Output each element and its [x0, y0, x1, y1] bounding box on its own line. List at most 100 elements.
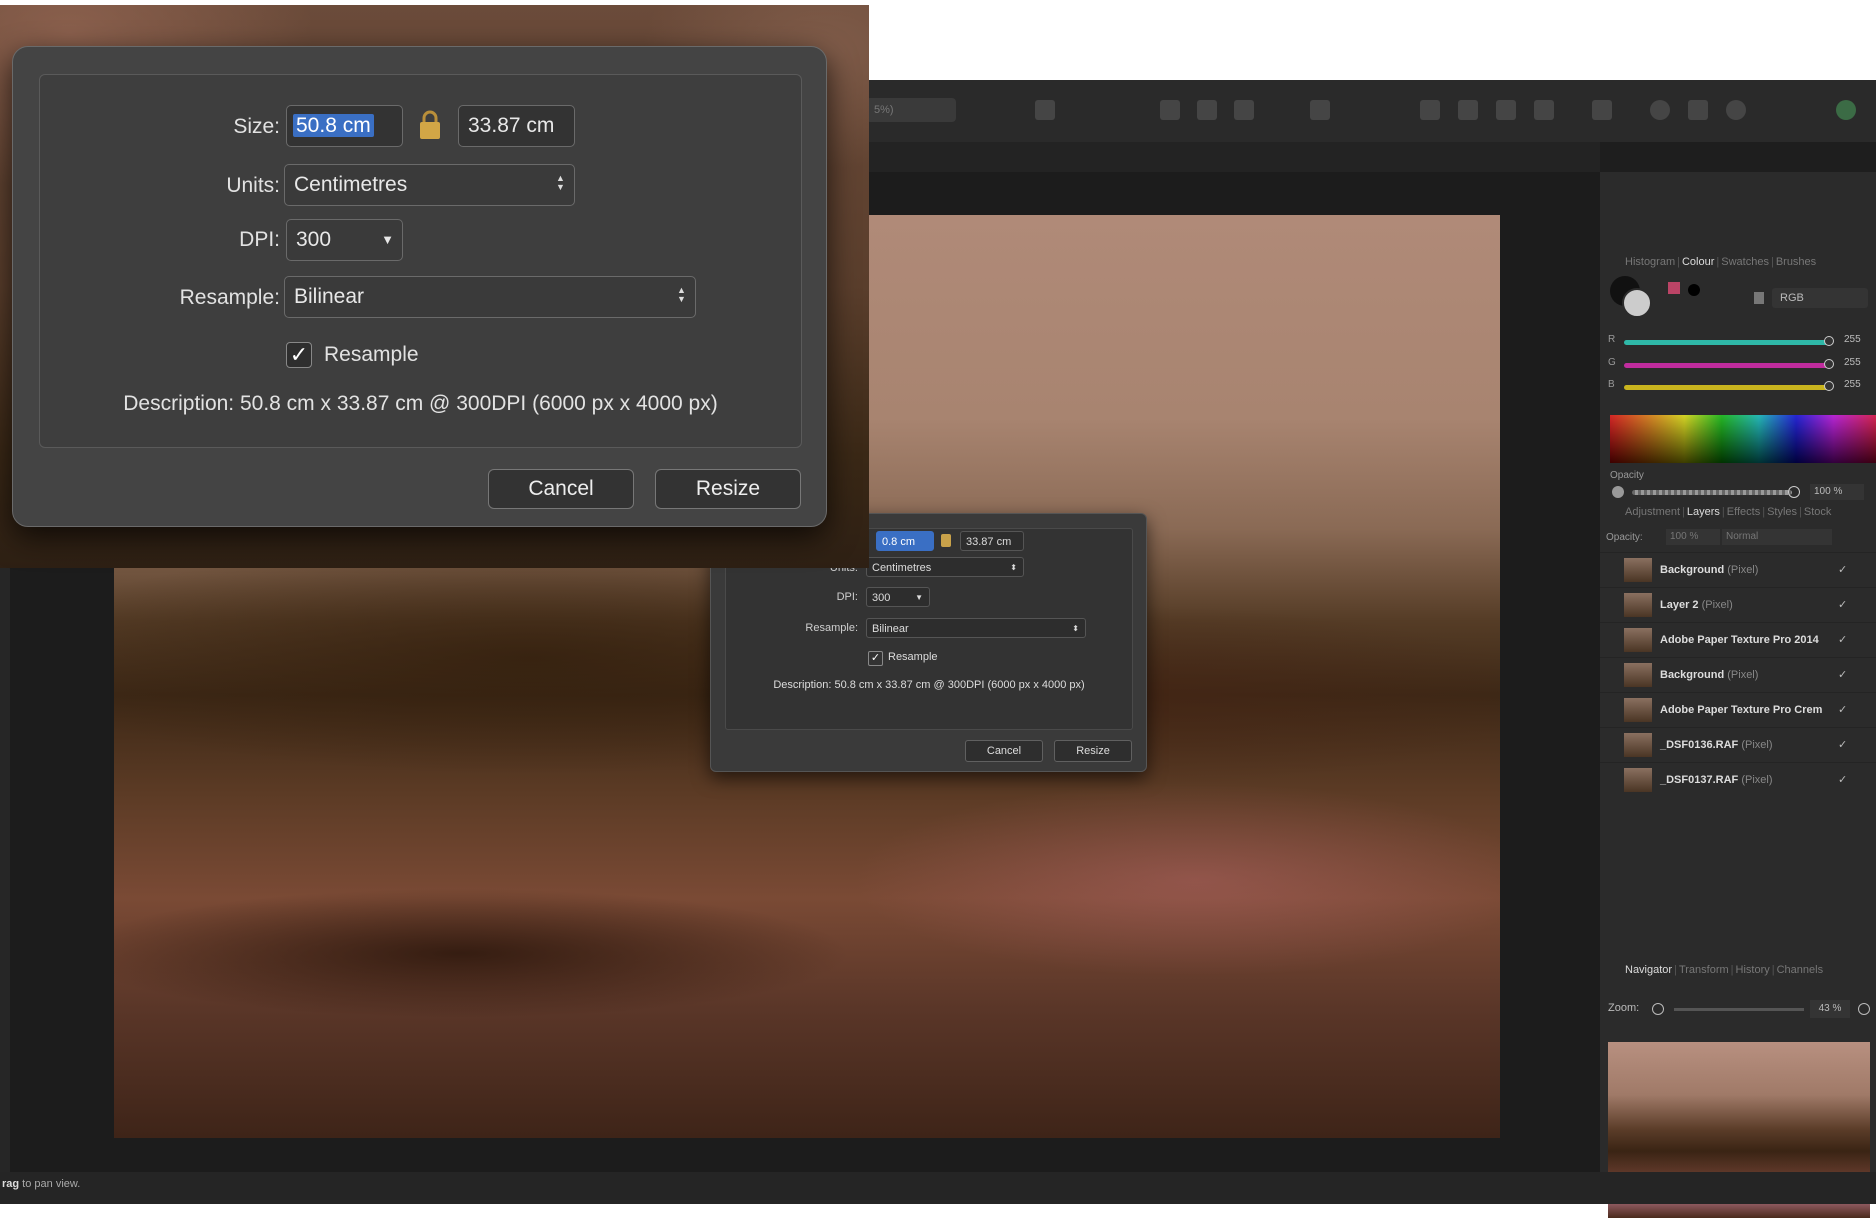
- opacity-slider[interactable]: [1632, 490, 1792, 495]
- layer-kind: (Pixel): [1701, 599, 1733, 611]
- layer-visibility-check[interactable]: ✓: [1838, 728, 1847, 762]
- zoom-in-icon[interactable]: [1858, 1003, 1870, 1015]
- units-select[interactable]: Centimetres ▲ ▼: [284, 164, 575, 206]
- lock-icon[interactable]: [1754, 292, 1764, 304]
- opacity-value[interactable]: 100 %: [1810, 484, 1864, 500]
- align-icon[interactable]: [1496, 100, 1516, 120]
- dpi-select-small[interactable]: 300 ▼: [866, 587, 930, 607]
- tab-navigator[interactable]: Navigator: [1625, 964, 1672, 976]
- eyedropper-icon[interactable]: [1668, 282, 1680, 294]
- tab-channels[interactable]: Channels: [1777, 964, 1823, 976]
- layer-row[interactable]: Layer 2 (Pixel) ✓: [1600, 587, 1876, 622]
- updown-icon: ⬍: [1072, 624, 1079, 633]
- cancel-button-small[interactable]: Cancel: [965, 740, 1043, 762]
- color-picker-icon[interactable]: [1310, 100, 1330, 120]
- tab-colour[interactable]: Colour: [1682, 256, 1714, 268]
- distribute-icon[interactable]: [1534, 100, 1554, 120]
- g-knob[interactable]: [1824, 359, 1834, 369]
- tab-effects[interactable]: Effects: [1727, 506, 1760, 518]
- layer-name: Layer 2 (Pixel): [1660, 588, 1733, 622]
- units-label: Units:: [226, 174, 280, 197]
- layer-visibility-check[interactable]: ✓: [1838, 658, 1847, 692]
- zoom-slider[interactable]: [1674, 1008, 1804, 1011]
- width-input-value: 50.8 cm: [293, 114, 374, 137]
- arrange-icon[interactable]: [1458, 100, 1478, 120]
- zoom-field[interactable]: 5%): [866, 98, 956, 122]
- color-wheel-icon[interactable]: [1726, 100, 1746, 120]
- resize-button-small[interactable]: Resize: [1054, 740, 1132, 762]
- mask-icon[interactable]: [1035, 100, 1055, 120]
- tab-swatches[interactable]: Swatches: [1721, 256, 1769, 268]
- secondary-colour-swatch[interactable]: [1622, 288, 1652, 318]
- tab-stock[interactable]: Stock: [1804, 506, 1832, 518]
- r-track[interactable]: [1624, 340, 1828, 345]
- layer-visibility-check[interactable]: ✓: [1838, 693, 1847, 727]
- r-knob[interactable]: [1824, 336, 1834, 346]
- resize-button[interactable]: Resize: [655, 469, 801, 509]
- grid-icon[interactable]: [1160, 100, 1180, 120]
- tab-styles[interactable]: Styles: [1767, 506, 1797, 518]
- lock-aspect-icon[interactable]: [416, 109, 444, 141]
- layer-visibility-check[interactable]: ✓: [1838, 553, 1847, 587]
- layer-row[interactable]: Background (Pixel) ✓: [1600, 657, 1876, 692]
- g-label: G: [1608, 357, 1616, 368]
- blend-mode-select[interactable]: Normal: [1722, 529, 1832, 545]
- height-input[interactable]: 33.87 cm: [458, 105, 575, 147]
- tab-histogram[interactable]: Histogram: [1625, 256, 1675, 268]
- resample-label-small: Resample:: [805, 622, 858, 634]
- units-select-small[interactable]: Centimetres ⬍: [866, 557, 1024, 577]
- lock-aspect-icon[interactable]: [941, 534, 951, 547]
- copy-icon[interactable]: [1688, 100, 1708, 120]
- layer-row[interactable]: Background (Pixel) ✓: [1600, 552, 1876, 587]
- g-value[interactable]: 255: [1844, 357, 1861, 368]
- tab-layers[interactable]: Layers: [1687, 506, 1720, 518]
- layer-row[interactable]: _DSF0136.RAF (Pixel) ✓: [1600, 727, 1876, 762]
- dpi-select[interactable]: 300 ▼: [286, 219, 403, 261]
- tab-transform[interactable]: Transform: [1679, 964, 1729, 976]
- g-track[interactable]: [1624, 363, 1828, 368]
- tab-history[interactable]: History: [1736, 964, 1770, 976]
- width-input[interactable]: 50.8 cm: [286, 105, 403, 147]
- resample-select-small[interactable]: Bilinear ⬍: [866, 618, 1086, 638]
- order-icon[interactable]: [1592, 100, 1612, 120]
- persona-icon[interactable]: [1836, 100, 1856, 120]
- layer-thumbnail: [1624, 593, 1652, 617]
- width-input-small[interactable]: 0.8 cm: [876, 531, 934, 551]
- r-label: R: [1608, 334, 1616, 345]
- assistant-icon[interactable]: [1650, 100, 1670, 120]
- layer-row[interactable]: Adobe Paper Texture Pro Crem ✓: [1600, 692, 1876, 727]
- colour-spectrum[interactable]: [1610, 415, 1876, 463]
- resample-select[interactable]: Bilinear ▲ ▼: [284, 276, 696, 318]
- b-slider[interactable]: B 255: [1608, 379, 1870, 395]
- black-swatch[interactable]: [1688, 284, 1700, 296]
- layer-visibility-check[interactable]: ✓: [1838, 623, 1847, 657]
- transform-icon[interactable]: [1420, 100, 1440, 120]
- g-slider[interactable]: G 255: [1608, 357, 1870, 373]
- b-knob[interactable]: [1824, 381, 1834, 391]
- opacity-knob[interactable]: [1788, 486, 1800, 498]
- snapping-icon[interactable]: [1197, 100, 1217, 120]
- colour-model-select[interactable]: RGB: [1772, 288, 1868, 308]
- r-slider[interactable]: R 255: [1608, 334, 1870, 350]
- dpi-label: DPI:: [239, 228, 280, 251]
- brush-icon[interactable]: [1234, 100, 1254, 120]
- tab-adjustment[interactable]: Adjustment: [1625, 506, 1680, 518]
- layer-thumbnail: [1624, 628, 1652, 652]
- b-label: B: [1608, 379, 1615, 390]
- b-track[interactable]: [1624, 385, 1828, 390]
- updown-icon: ▲ ▼: [677, 285, 686, 304]
- layer-row[interactable]: _DSF0137.RAF (Pixel) ✓: [1600, 762, 1876, 797]
- height-input-small[interactable]: 33.87 cm: [960, 531, 1024, 551]
- layer-opacity-field[interactable]: 100 %: [1666, 529, 1720, 545]
- r-value[interactable]: 255: [1844, 334, 1861, 345]
- zoom-out-icon[interactable]: [1652, 1003, 1664, 1015]
- tab-brushes[interactable]: Brushes: [1776, 256, 1816, 268]
- b-value[interactable]: 255: [1844, 379, 1861, 390]
- layer-visibility-check[interactable]: ✓: [1838, 588, 1847, 622]
- zoom-value[interactable]: 43 %: [1810, 1000, 1850, 1018]
- cancel-button[interactable]: Cancel: [488, 469, 634, 509]
- resample-checkbox[interactable]: ✓: [286, 342, 312, 368]
- layer-visibility-check[interactable]: ✓: [1838, 763, 1847, 797]
- resample-checkbox-small[interactable]: ✓: [868, 651, 883, 666]
- layer-row[interactable]: Adobe Paper Texture Pro 2014 ✓: [1600, 622, 1876, 657]
